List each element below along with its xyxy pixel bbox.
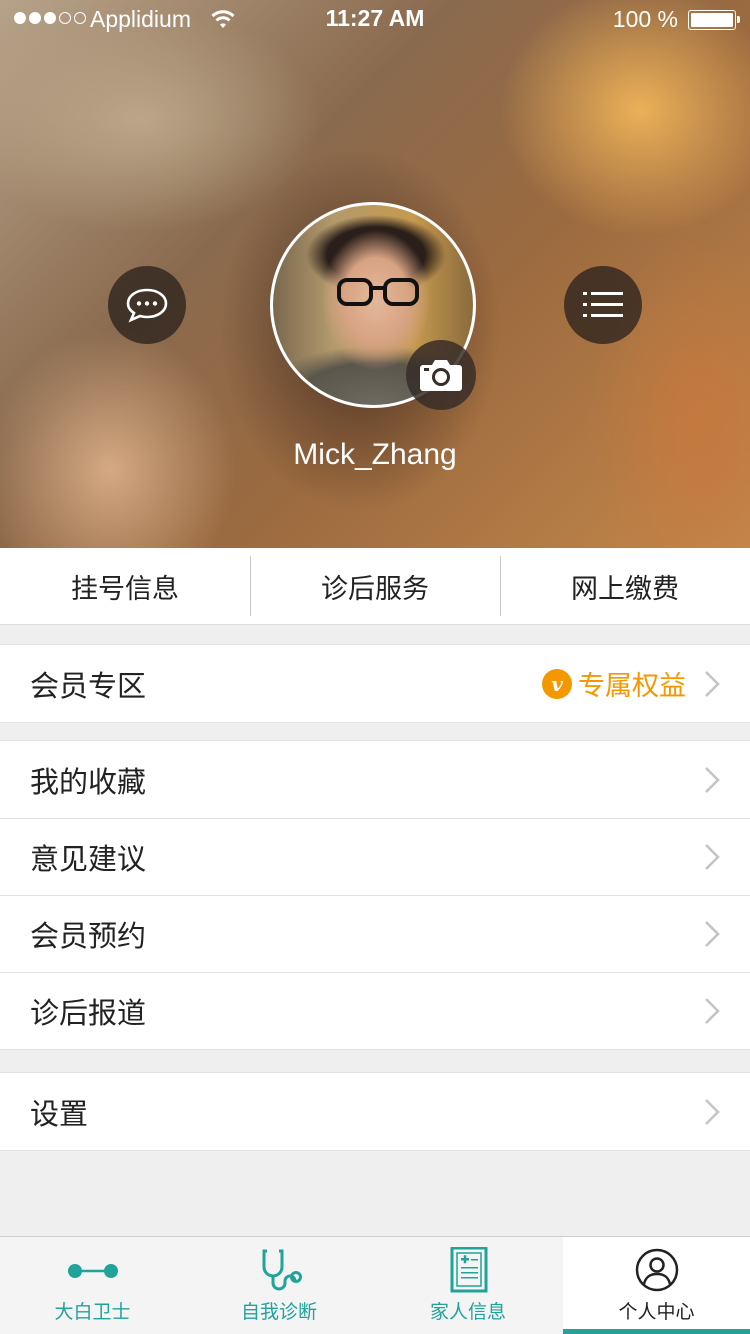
tabbar-item-self-diagnosis[interactable]: 自我诊断	[185, 1237, 373, 1334]
chevron-right-icon	[705, 1098, 720, 1125]
chevron-right-icon	[705, 998, 720, 1024]
exclusive-benefits: v 专属权益	[542, 664, 686, 703]
list-item-member-booking[interactable]: 会员预约	[0, 895, 750, 972]
feedback-label: 意见建议	[30, 842, 147, 876]
favorites-label: 我的收藏	[30, 764, 147, 799]
bottom-tab-bar: 大白卫士 自我诊断 家人信息 个人中心	[0, 1236, 750, 1334]
battery-percent: 100 %	[612, 6, 678, 32]
stethoscope-icon	[262, 1249, 302, 1291]
post-visit-report-label: 诊后报道	[30, 996, 147, 1030]
tab-post-visit-service[interactable]: 诊后服务	[250, 548, 500, 624]
tab-registration-info[interactable]: 挂号信息	[0, 548, 250, 624]
settings-label: 设置	[30, 1096, 89, 1131]
member-booking-label: 会员预约	[30, 919, 147, 953]
member-group: 会员专区 v 专属权益	[0, 644, 750, 723]
list-item-favorites[interactable]: 我的收藏	[0, 741, 750, 818]
tab-online-payment[interactable]: 网上缴费	[500, 548, 750, 624]
username: Mick_Zhang	[293, 438, 457, 471]
camera-icon	[420, 360, 462, 391]
tabbar-label-family-info: 家人信息	[429, 1301, 506, 1323]
tabbar-label-guard: 大白卫士	[54, 1301, 131, 1323]
vip-badge-icon: v	[542, 668, 572, 699]
list-item-feedback[interactable]: 意见建议	[0, 818, 750, 895]
tabbar-item-personal-center[interactable]: 个人中心	[563, 1237, 750, 1334]
tabbar-label-personal-center: 个人中心	[618, 1301, 695, 1323]
list-item-settings[interactable]: 设置	[0, 1073, 750, 1150]
list-item-post-visit-report[interactable]: 诊后报道	[0, 972, 750, 1049]
list-item-member-zone[interactable]: 会员专区 v 专属权益	[0, 645, 750, 722]
avatar-photo	[337, 278, 419, 306]
tabbar-label-self-diagnosis: 自我诊断	[240, 1301, 317, 1323]
menu-list-button[interactable]	[564, 266, 642, 344]
list-menu-icon	[583, 292, 623, 317]
chevron-right-icon	[705, 844, 720, 870]
chevron-right-icon	[705, 921, 720, 947]
chevron-right-icon	[705, 670, 720, 697]
profile-header: Applidium 11:27 AM 100 % Mick_Zhang	[0, 0, 750, 548]
medical-record-icon	[450, 1247, 488, 1293]
person-icon	[635, 1248, 678, 1292]
chat-bubble-icon	[126, 288, 168, 323]
status-bar: Applidium 11:27 AM 100 %	[0, 0, 750, 40]
tabbar-item-family-info[interactable]: 家人信息	[373, 1237, 563, 1334]
guard-link-icon	[67, 1264, 118, 1278]
menu-group: 我的收藏 意见建议 会员预约 诊后报道	[0, 740, 750, 1050]
change-avatar-button[interactable]	[406, 340, 476, 410]
member-zone-label: 会员专区	[30, 668, 147, 703]
chevron-right-icon	[705, 766, 720, 793]
settings-group: 设置	[0, 1072, 750, 1151]
exclusive-benefits-label: 专属权益	[578, 671, 686, 702]
message-button[interactable]	[108, 266, 186, 344]
tabbar-item-guard[interactable]: 大白卫士	[0, 1237, 185, 1334]
quick-tabs: 挂号信息 诊后服务 网上缴费	[0, 548, 750, 625]
battery-icon	[688, 10, 740, 30]
